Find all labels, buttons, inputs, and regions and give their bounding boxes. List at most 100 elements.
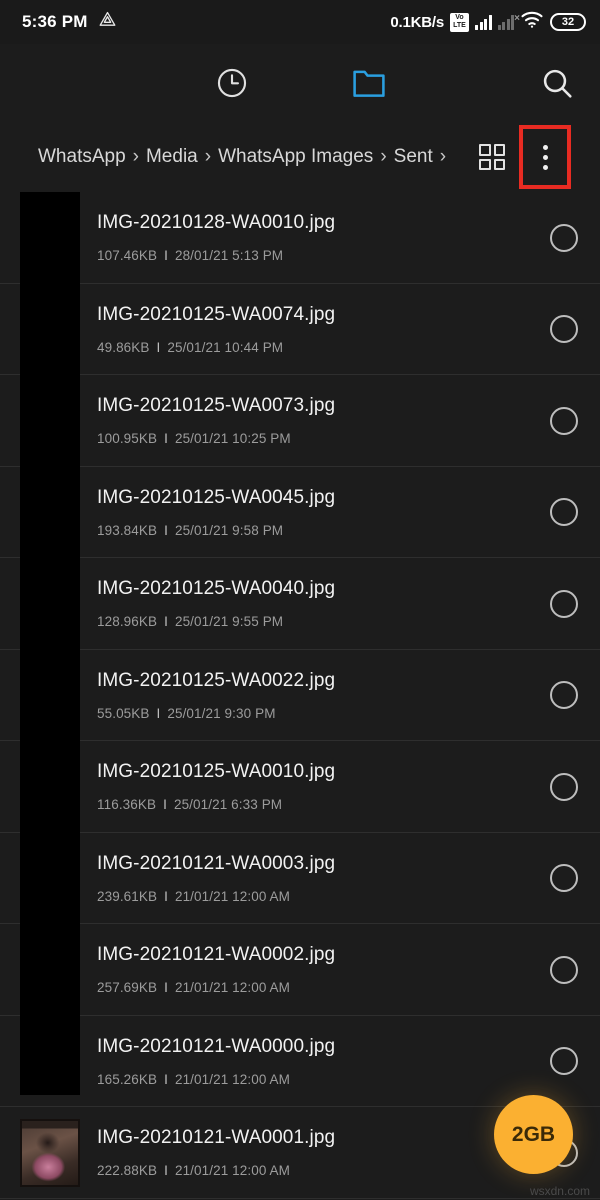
meta-divider: I — [164, 248, 168, 264]
row-select-checkbox[interactable] — [550, 498, 578, 527]
file-date: 21/01/21 12:00 AM — [174, 1071, 291, 1087]
volte-bottom-text: LTE — [453, 22, 466, 29]
row-select-checkbox[interactable] — [550, 955, 578, 984]
table-row[interactable]: IMG-20210121-WA0002.jpg 257.69KB I 21/01/2… — [0, 924, 600, 1016]
watermark-text: wsxdn.com — [529, 1184, 590, 1198]
breadcrumb-bar: WhatsApp › Media › WhatsApp Images › Sen… — [0, 122, 600, 192]
file-meta: IMG-20210125-WA0022.jpg 55.05KB I 25/01/21… — [97, 670, 532, 721]
breadcrumb-item-0[interactable]: WhatsApp — [38, 146, 126, 168]
file-date: 25/01/21 9:30 PM — [167, 705, 276, 721]
row-select-checkbox[interactable] — [550, 406, 578, 435]
file-meta: IMG-20210125-WA0073.jpg 100.95KB I 25/01/2… — [97, 395, 532, 446]
file-thumbnail — [20, 203, 80, 272]
table-row[interactable]: IMG-20210125-WA0022.jpg 55.05KB I 25/01/21… — [0, 650, 600, 742]
toolbar-slot-search — [437, 66, 574, 100]
meta-divider: I — [163, 797, 167, 813]
file-subtitle: 239.61KB I 21/01/21 12:00 AM — [97, 889, 532, 904]
file-thumbnail — [20, 661, 80, 730]
status-bar: 5:36 PM 0.1KB/s Vo LTE × 32 — [0, 0, 600, 44]
clock-recent-icon[interactable] — [215, 66, 249, 100]
file-date: 25/01/21 10:25 PM — [174, 431, 291, 447]
file-date: 21/01/21 12:00 AM — [174, 980, 291, 996]
file-name: IMG-20210128-WA0010.jpg — [97, 212, 336, 234]
file-meta: IMG-20210128-WA0010.jpg 107.46KB I 28/01/2… — [97, 212, 532, 263]
table-row[interactable]: IMG-20210121-WA0003.jpg 239.61KB I 21/01/2… — [0, 833, 600, 925]
file-date: 25/01/21 6:33 PM — [173, 797, 283, 813]
file-date: 21/01/21 12:00 AM — [174, 888, 291, 904]
grid-view-icon[interactable] — [479, 144, 505, 170]
folder-icon[interactable] — [351, 66, 387, 100]
file-subtitle: 116.36KB I 25/01/21 6:33 PM — [97, 797, 532, 812]
hamburger-menu-icon[interactable] — [26, 71, 60, 95]
toolbar-slot-folder — [300, 66, 437, 100]
file-name: IMG-20210125-WA0074.jpg — [97, 303, 336, 325]
file-size: 239.61KB — [97, 888, 158, 904]
row-select-checkbox[interactable] — [550, 223, 578, 252]
file-name: IMG-20210121-WA0000.jpg — [97, 1035, 336, 1057]
table-row[interactable]: IMG-20210128-WA0010.jpg 107.46KB I 28/01/2… — [0, 192, 600, 284]
file-thumbnail — [20, 935, 80, 1004]
file-name: IMG-20210125-WA0045.jpg — [97, 486, 336, 508]
file-name: IMG-20210121-WA0003.jpg — [97, 852, 336, 874]
file-subtitle: 100.95KB I 25/01/21 10:25 PM — [97, 431, 532, 446]
table-row[interactable]: IMG-20210125-WA0073.jpg 100.95KB I 25/01/2… — [0, 375, 600, 467]
storage-fab-button[interactable]: 2GB — [494, 1095, 573, 1174]
file-name: IMG-20210125-WA0040.jpg — [97, 578, 336, 600]
search-icon[interactable] — [540, 66, 574, 100]
table-row[interactable]: IMG-20210125-WA0040.jpg 128.96KB I 25/01/2… — [0, 558, 600, 650]
file-list[interactable]: IMG-20210128-WA0010.jpg 107.46KB I 28/01/2… — [0, 192, 600, 1200]
toolbar-slot-menu — [26, 71, 163, 95]
file-meta: IMG-20210121-WA0002.jpg 257.69KB I 21/01/2… — [97, 944, 532, 995]
file-size: 100.95KB — [97, 431, 158, 447]
breadcrumb-item-3[interactable]: Sent — [394, 146, 433, 168]
file-meta: IMG-20210121-WA0001.jpg 222.88KB I 21/01/2… — [97, 1127, 532, 1178]
file-thumbnail — [20, 752, 80, 821]
row-select-checkbox[interactable] — [550, 864, 578, 893]
table-row[interactable]: IMG-20210125-WA0045.jpg 193.84KB I 25/01/2… — [0, 467, 600, 559]
file-date: 25/01/21 9:58 PM — [174, 522, 284, 538]
file-subtitle: 257.69KB I 21/01/21 12:00 AM — [97, 980, 532, 995]
breadcrumb-separator-trailing: › — [439, 146, 447, 167]
file-subtitle: 222.88KB I 21/01/21 12:00 AM — [97, 1163, 532, 1178]
toolbar-slot-recent — [163, 66, 300, 100]
table-row[interactable]: IMG-20210125-WA0074.jpg 49.86KB I 25/01/21… — [0, 284, 600, 376]
file-size: 193.84KB — [97, 522, 158, 538]
row-select-checkbox[interactable] — [550, 772, 578, 801]
meta-divider: I — [164, 1163, 168, 1179]
status-bar-left: 5:36 PM — [22, 10, 117, 34]
breadcrumb-separator: › — [132, 146, 139, 167]
network-speed-text: 0.1KB/s — [390, 13, 444, 31]
meta-divider: I — [156, 705, 161, 721]
meta-divider: I — [164, 614, 168, 630]
breadcrumb-item-2[interactable]: WhatsApp Images — [218, 146, 373, 168]
file-size: 116.36KB — [97, 797, 157, 813]
row-select-checkbox[interactable] — [550, 315, 578, 344]
volte-top-text: Vo — [455, 14, 464, 21]
row-select-checkbox[interactable] — [550, 1047, 578, 1076]
breadcrumb-item-1[interactable]: Media — [146, 146, 198, 168]
file-date: 25/01/21 9:55 PM — [174, 614, 284, 630]
row-select-checkbox[interactable] — [550, 681, 578, 710]
file-meta: IMG-20210125-WA0040.jpg 128.96KB I 25/01/2… — [97, 578, 532, 629]
meta-divider: I — [164, 522, 168, 538]
breadcrumb-separator: › — [204, 146, 212, 167]
signal-bars-sim2-icon: × — [497, 13, 520, 30]
file-thumbnail — [20, 386, 80, 455]
file-meta: IMG-20210125-WA0074.jpg 49.86KB I 25/01/21… — [97, 304, 532, 355]
file-date: 25/01/21 10:44 PM — [167, 339, 284, 355]
file-date: 28/01/21 5:13 PM — [174, 248, 284, 264]
file-size: 257.69KB — [97, 980, 158, 996]
status-bar-right: 0.1KB/s Vo LTE × 32 — [390, 10, 586, 34]
meta-divider: I — [164, 431, 168, 447]
file-subtitle: 49.86KB I 25/01/21 10:44 PM — [97, 340, 532, 355]
three-dot-menu-icon[interactable] — [542, 144, 548, 170]
row-select-checkbox[interactable] — [550, 589, 578, 618]
signal-x-mark: × — [514, 13, 520, 24]
table-row[interactable]: IMG-20210121-WA0000.jpg 165.26KB I 21/01/2… — [0, 1016, 600, 1108]
file-subtitle: 165.26KB I 21/01/21 12:00 AM — [97, 1072, 532, 1087]
drive-triangle-icon — [98, 10, 117, 34]
file-size: 128.96KB — [97, 614, 158, 630]
file-subtitle: 193.84KB I 25/01/21 9:58 PM — [97, 523, 532, 538]
breadcrumb: WhatsApp › Media › WhatsApp Images › Sen… — [38, 146, 479, 168]
table-row[interactable]: IMG-20210125-WA0010.jpg 116.36KB I 25/01/2… — [0, 741, 600, 833]
